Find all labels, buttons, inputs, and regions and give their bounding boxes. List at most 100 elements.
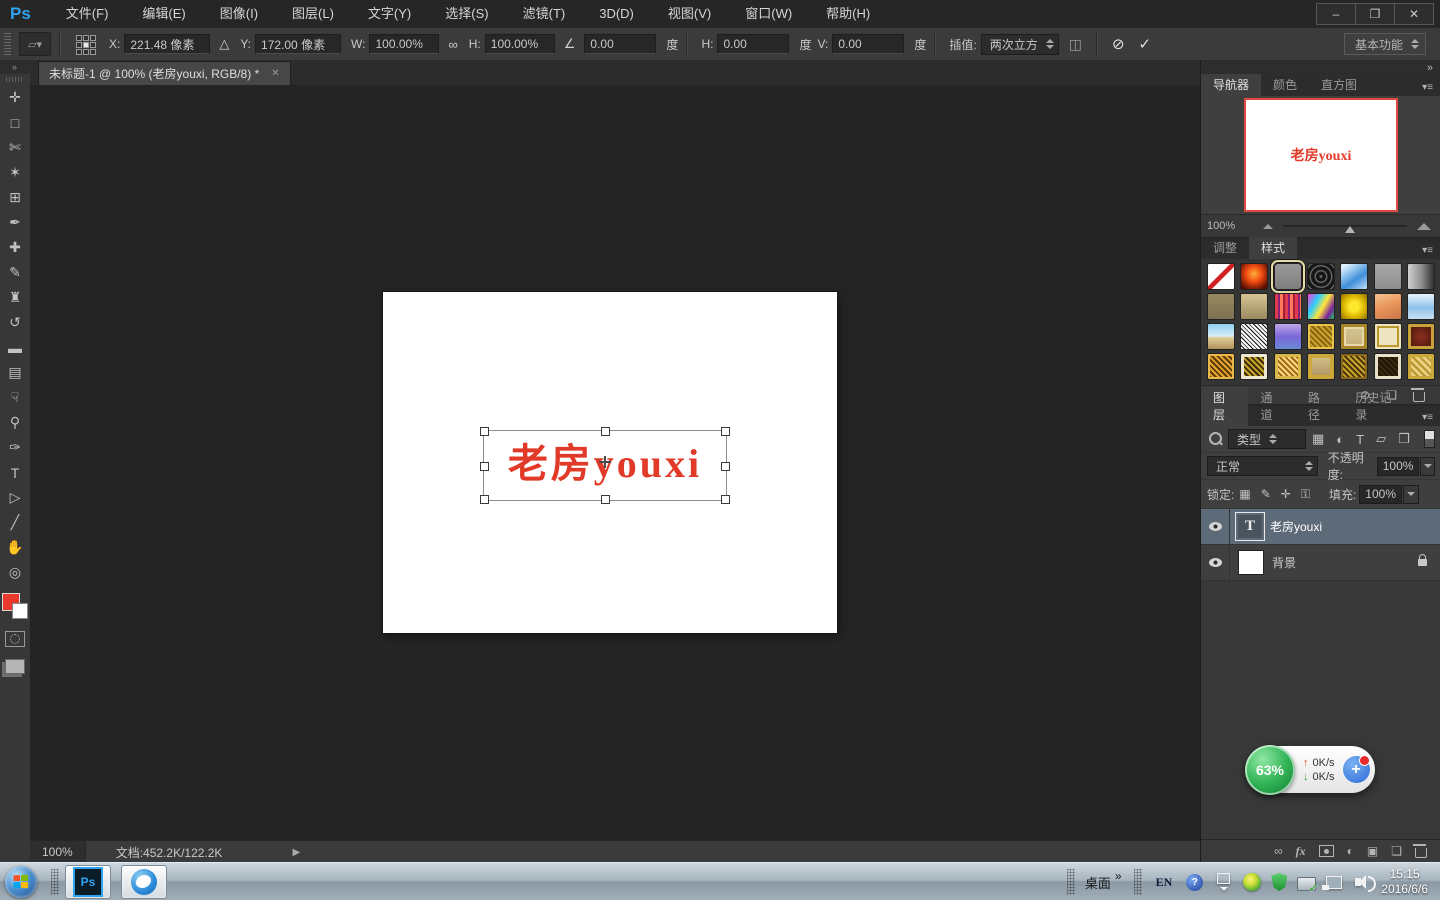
filter-adjustment-icon[interactable]: ◐: [1336, 432, 1344, 447]
antivirus-shield-icon[interactable]: [1271, 873, 1287, 891]
move-tool[interactable]: ✛: [2, 85, 28, 110]
layer-style-icon[interactable]: fx: [1296, 844, 1306, 859]
background-color[interactable]: [12, 603, 28, 619]
fill-value[interactable]: 100%: [1359, 485, 1402, 504]
styles-tab-1[interactable]: 样式: [1249, 237, 1297, 259]
status-zoom-field[interactable]: 100%: [30, 841, 86, 863]
clone-stamp-tool[interactable]: ♜: [2, 285, 28, 310]
navigator-tab-0[interactable]: 导航器: [1201, 74, 1261, 96]
tool-preset-picker[interactable]: ▱▾: [19, 32, 51, 56]
style-swatch-15[interactable]: [1207, 323, 1235, 350]
width-input[interactable]: 100.00%: [369, 34, 439, 54]
delete-layer-icon[interactable]: [1415, 848, 1427, 858]
styles-panel-menu-icon[interactable]: ▾≡: [1414, 245, 1440, 259]
pen-tool[interactable]: ✑: [2, 435, 28, 460]
style-swatch-1[interactable]: [1207, 263, 1235, 290]
style-swatch-5[interactable]: [1340, 263, 1368, 290]
navigator-tab-2[interactable]: 直方图: [1309, 74, 1369, 96]
style-swatch-14[interactable]: [1407, 293, 1435, 320]
menu-item-9[interactable]: 窗口(W): [728, 0, 809, 28]
navigator-zoom-value[interactable]: 100%: [1207, 220, 1235, 232]
transform-handle[interactable]: [480, 427, 489, 436]
canvas[interactable]: 老房youxi: [383, 292, 837, 633]
toolbar-collapse[interactable]: »: [0, 60, 30, 74]
style-swatch-8[interactable]: [1207, 293, 1235, 320]
network-icon[interactable]: [1326, 876, 1342, 889]
brush-tool[interactable]: ✎: [2, 260, 28, 285]
slider-thumb[interactable]: [1345, 226, 1355, 233]
document-tab[interactable]: 未标题-1 @ 100% (老房youxi, RGB/8) * ✕: [38, 61, 291, 85]
lock-icon-0[interactable]: ▦: [1239, 487, 1250, 501]
gradient-tool[interactable]: ▤: [2, 360, 28, 385]
dodge-tool[interactable]: ⚲: [2, 410, 28, 435]
menu-item-4[interactable]: 文字(Y): [351, 0, 428, 28]
new-group-icon[interactable]: ▣: [1367, 844, 1378, 858]
layer-row-1[interactable]: 背景: [1201, 545, 1440, 581]
transform-handle[interactable]: [480, 462, 489, 471]
style-swatch-19[interactable]: [1340, 323, 1368, 350]
path-select-tool[interactable]: ▷: [2, 485, 28, 510]
filter-pixel-icon[interactable]: ▦: [1312, 431, 1324, 447]
update-check-icon[interactable]: [1297, 877, 1316, 891]
adjustment-layer-icon[interactable]: ◐: [1347, 844, 1354, 858]
volume-icon[interactable]: [1355, 878, 1361, 886]
close-button[interactable]: ✕: [1395, 3, 1434, 25]
lasso-tool[interactable]: ✄: [2, 135, 28, 160]
style-swatch-11[interactable]: [1307, 293, 1335, 320]
navigator-preview[interactable]: 老房youxi: [1244, 98, 1398, 212]
eraser-tool[interactable]: ▬: [2, 335, 28, 360]
filter-smart-icon[interactable]: ❒: [1398, 431, 1410, 447]
relative-position-icon[interactable]: △: [219, 36, 229, 52]
x-input[interactable]: 221.48 像素: [124, 34, 210, 54]
layers-tab-2[interactable]: 路径: [1296, 387, 1343, 426]
style-swatch-27[interactable]: [1374, 353, 1402, 380]
style-swatch-18[interactable]: [1307, 323, 1335, 350]
menu-item-2[interactable]: 图像(I): [203, 0, 275, 28]
hand-tool[interactable]: ✋: [2, 535, 28, 560]
eyedropper-tool[interactable]: ✒: [2, 210, 28, 235]
reference-point-icon[interactable]: [599, 456, 611, 468]
smudge-tool[interactable]: ☟: [2, 385, 28, 410]
layers-panel-menu-icon[interactable]: ▾≡: [1414, 412, 1440, 426]
interpolation-select[interactable]: 两次立方: [981, 34, 1059, 55]
navigator-zoom-slider[interactable]: [1283, 225, 1407, 227]
style-swatch-9[interactable]: [1240, 293, 1268, 320]
line-tool[interactable]: ╱: [2, 510, 28, 535]
layers-tab-0[interactable]: 图层: [1201, 387, 1248, 426]
desktop-toolbar-label[interactable]: 桌面: [1085, 873, 1111, 892]
language-indicator[interactable]: EN: [1156, 875, 1173, 890]
zoom-tool[interactable]: ◎: [2, 560, 28, 585]
opacity-value[interactable]: 100%: [1377, 457, 1420, 476]
style-swatch-21[interactable]: [1407, 323, 1435, 350]
reference-point-locator[interactable]: [76, 35, 95, 54]
zoom-out-icon[interactable]: [1263, 224, 1273, 229]
angle-input[interactable]: 0.00: [584, 34, 656, 54]
transform-handle[interactable]: [721, 427, 730, 436]
add-mask-icon[interactable]: [1319, 845, 1334, 857]
link-dimensions-icon[interactable]: ∞: [448, 37, 457, 52]
style-swatch-28[interactable]: [1407, 353, 1435, 380]
menu-item-7[interactable]: 3D(D): [582, 0, 651, 28]
fill-dropdown-icon[interactable]: [1403, 485, 1419, 504]
menu-item-5[interactable]: 选择(S): [428, 0, 505, 28]
hskew-input[interactable]: 0.00: [717, 34, 789, 54]
vskew-input[interactable]: 0.00: [832, 34, 904, 54]
link-layers-icon[interactable]: ∞: [1274, 844, 1283, 858]
taskbar-blue-app-button[interactable]: [121, 865, 167, 899]
style-swatch-16[interactable]: [1240, 323, 1268, 350]
warp-mode-icon[interactable]: ◫: [1069, 36, 1082, 53]
style-swatch-12[interactable]: [1340, 293, 1368, 320]
memory-usage-ball[interactable]: 63%: [1245, 745, 1295, 795]
style-swatch-24[interactable]: [1274, 353, 1302, 380]
cancel-transform-button[interactable]: ⊘: [1112, 35, 1125, 53]
toolbar-overflow-icon[interactable]: »: [1115, 869, 1122, 883]
visibility-toggle[interactable]: [1201, 509, 1230, 544]
menu-item-0[interactable]: 文件(F): [49, 0, 126, 28]
commit-transform-button[interactable]: ✓: [1139, 35, 1152, 53]
style-swatch-23[interactable]: [1240, 353, 1268, 380]
layers-tab-1[interactable]: 通道: [1248, 387, 1295, 426]
status-expand-icon[interactable]: ▶: [292, 847, 300, 858]
filter-switch[interactable]: [1424, 430, 1435, 448]
style-swatch-6[interactable]: [1374, 263, 1402, 290]
style-swatch-2[interactable]: [1240, 263, 1268, 290]
